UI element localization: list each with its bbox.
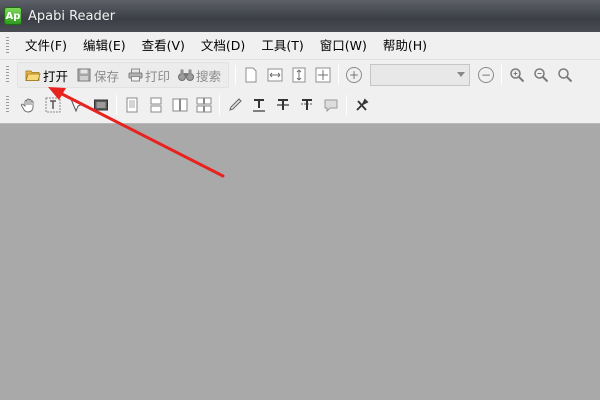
- hand-tool-icon[interactable]: [18, 94, 40, 116]
- single-page-icon[interactable]: [240, 64, 262, 86]
- zoom-level-select[interactable]: [370, 64, 471, 86]
- open-button[interactable]: 打开: [22, 64, 71, 86]
- zoom-fit-icon[interactable]: [554, 64, 576, 86]
- fit-page-icon[interactable]: [312, 64, 334, 86]
- fit-height-icon[interactable]: [288, 64, 310, 86]
- zoom-out-icon[interactable]: [530, 64, 552, 86]
- toolbar-row-2: [0, 90, 600, 120]
- open-label: 打开: [43, 68, 69, 84]
- menu-view[interactable]: 查看(V): [134, 35, 193, 57]
- menu-file[interactable]: 文件(F): [17, 35, 75, 57]
- remove-zoom-icon[interactable]: −: [475, 64, 497, 86]
- menu-bar: 文件(F) 编辑(E) 查看(V) 文档(D) 工具(T) 窗口(W) 帮助(H…: [0, 32, 600, 60]
- snapshot-icon[interactable]: [90, 94, 112, 116]
- search-button[interactable]: 搜索: [175, 64, 224, 86]
- file-tools-group: 打开 保存 打印 搜索: [17, 62, 230, 88]
- save-button[interactable]: 保存: [73, 64, 122, 86]
- zoom-in-icon[interactable]: [506, 64, 528, 86]
- app-chrome: 文件(F) 编辑(E) 查看(V) 文档(D) 工具(T) 窗口(W) 帮助(H…: [0, 32, 600, 124]
- add-zoom-icon[interactable]: +: [343, 64, 365, 86]
- menu-document[interactable]: 文档(D): [193, 35, 253, 57]
- text-strikethrough-icon[interactable]: [272, 94, 294, 116]
- toolbar-grip-handle[interactable]: [6, 66, 9, 84]
- toolbar-separator: [219, 95, 220, 115]
- toolbar-separator: [235, 65, 237, 85]
- search-label: 搜索: [196, 68, 222, 84]
- toolbar-row-1: 打开 保存 打印 搜索 + −: [0, 60, 600, 90]
- window-title: Apabi Reader: [28, 8, 116, 24]
- text-underline-icon[interactable]: [248, 94, 270, 116]
- tools-icon[interactable]: [351, 94, 373, 116]
- save-label: 保存: [94, 68, 120, 84]
- menu-grip-handle[interactable]: [6, 36, 9, 55]
- single-page-view-icon[interactable]: [121, 94, 143, 116]
- menu-edit[interactable]: 编辑(E): [75, 35, 134, 57]
- toolbar-grip-handle[interactable]: [6, 96, 9, 114]
- app-icon: Ap: [4, 7, 22, 25]
- toolbar-separator: [116, 95, 117, 115]
- document-workspace[interactable]: [0, 124, 600, 400]
- binoculars-icon: [178, 67, 195, 83]
- floppy-disk-icon: [76, 67, 92, 83]
- continuous-view-icon[interactable]: [145, 94, 167, 116]
- print-label: 打印: [145, 68, 171, 84]
- toolbar-separator: [346, 95, 347, 115]
- print-button[interactable]: 打印: [124, 64, 173, 86]
- title-bar: Ap Apabi Reader: [0, 0, 600, 32]
- menu-tools[interactable]: 工具(T): [253, 35, 311, 57]
- toolbar-separator: [501, 65, 503, 85]
- menu-help[interactable]: 帮助(H): [375, 35, 435, 57]
- printer-icon: [127, 67, 143, 83]
- comment-icon[interactable]: [320, 94, 342, 116]
- region-select-icon[interactable]: [66, 94, 88, 116]
- toolbar-separator: [338, 65, 340, 85]
- menu-window[interactable]: 窗口(W): [312, 35, 375, 57]
- chevron-down-icon: [457, 72, 466, 77]
- pencil-icon[interactable]: [224, 94, 246, 116]
- facing-view-icon[interactable]: [169, 94, 191, 116]
- fit-width-icon[interactable]: [264, 64, 286, 86]
- text-highlight-icon[interactable]: [296, 94, 318, 116]
- folder-open-icon: [25, 67, 41, 83]
- text-select-icon[interactable]: [42, 94, 64, 116]
- continuous-facing-view-icon[interactable]: [193, 94, 215, 116]
